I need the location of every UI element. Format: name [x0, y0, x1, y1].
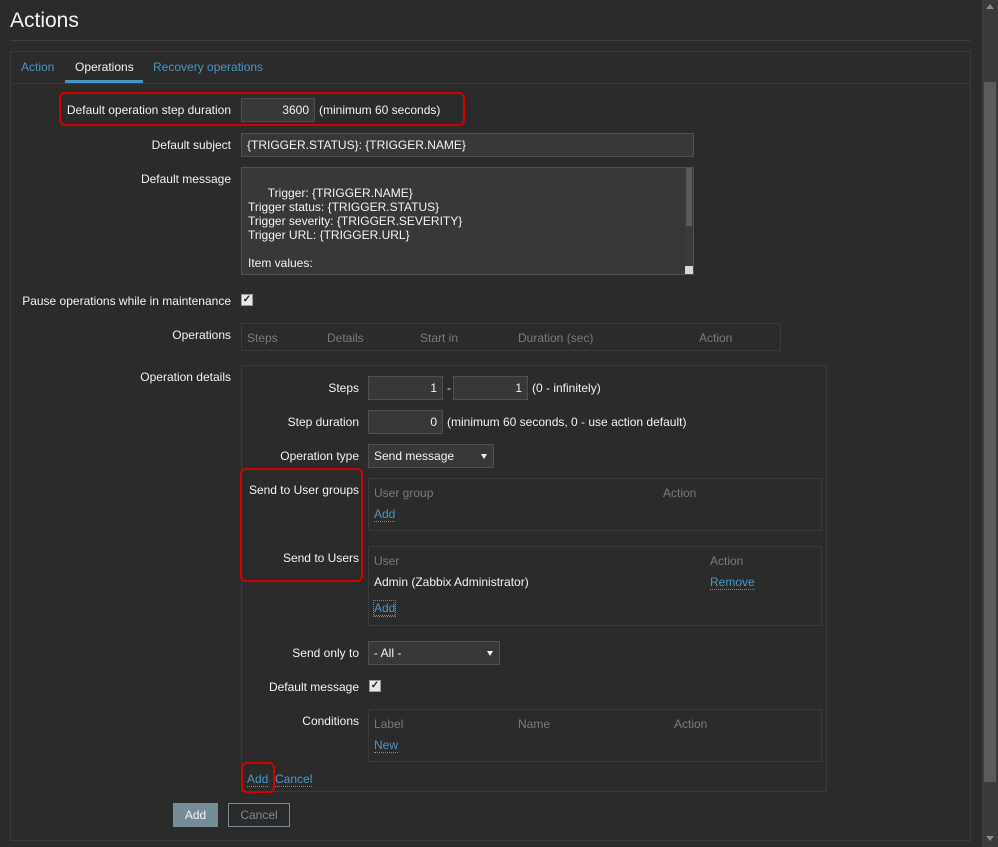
operations-form: Default operation step duration 3600 (mi… [11, 84, 970, 840]
add-button[interactable]: Add [173, 803, 218, 827]
operation-type-value: Send message [374, 449, 455, 463]
steps-hint: (0 - infinitely) [532, 381, 601, 395]
operation-type-select[interactable]: Send message [368, 444, 494, 468]
operations-table: Steps Details Start in Duration (sec) Ac… [241, 323, 781, 351]
steps-to-input[interactable]: 1 [453, 376, 528, 400]
message-text: Trigger: {TRIGGER.NAME} Trigger status: … [248, 186, 463, 270]
tab-action[interactable]: Action [21, 60, 54, 74]
operation-details-box: Steps 1 - 1 (0 - infinitely) Step durati… [240, 365, 827, 793]
step-duration-detail-input[interactable]: 0 [368, 410, 443, 434]
send-only-to-label: Send only to [292, 646, 359, 660]
col-user-action: Action [710, 554, 744, 568]
title-divider [10, 40, 970, 41]
chevron-down-icon [481, 454, 487, 459]
action-form-panel: Action Operations Recovery operations De… [10, 51, 971, 841]
new-condition-link[interactable]: New [374, 738, 399, 753]
col-steps: Steps [247, 331, 278, 345]
user-groups-table: User group Action Add [368, 478, 822, 531]
message-textarea[interactable]: Trigger: {TRIGGER.NAME} Trigger status: … [241, 167, 694, 275]
col-details: Details [327, 331, 364, 345]
active-tab-indicator [65, 80, 143, 83]
send-only-to-value: - All - [374, 646, 402, 660]
subject-label: Default subject [151, 138, 231, 152]
conditions-table: Label Name Action New [368, 709, 822, 762]
step-duration-hint: (minimum 60 seconds) [319, 103, 441, 117]
step-duration-input[interactable]: 3600 [241, 98, 315, 122]
steps-separator: - [447, 381, 451, 395]
textarea-scrollbar-thumb[interactable] [686, 168, 692, 226]
col-user-group-action: Action [663, 486, 697, 500]
users-table: User Action Admin (Zabbix Administrator)… [368, 546, 822, 626]
add-user-group-link[interactable]: Add [374, 507, 396, 522]
operation-details-label: Operation details [140, 370, 231, 384]
col-name: Name [518, 717, 551, 731]
step-duration-detail-label: Step duration [287, 415, 359, 429]
col-condition-action: Action [674, 717, 708, 731]
operations-label: Operations [172, 328, 231, 342]
message-label: Default message [140, 172, 231, 186]
chevron-down-icon [487, 651, 493, 656]
page-title: Actions [10, 9, 79, 32]
tab-recovery-operations[interactable]: Recovery operations [153, 60, 263, 74]
user-groups-label: Send to User groups [248, 483, 359, 497]
cancel-operation-link[interactable]: Cancel [275, 772, 313, 787]
col-user-group: User group [374, 486, 434, 500]
col-action: Action [699, 331, 733, 345]
pause-label: Pause operations while in maintenance [22, 294, 231, 308]
scrollbar-thumb[interactable] [984, 82, 996, 782]
resize-grip-icon[interactable] [685, 266, 693, 274]
add-operation-link[interactable]: Add [247, 772, 269, 787]
scroll-down-icon[interactable] [986, 836, 994, 841]
subject-input[interactable]: {TRIGGER.STATUS}: {TRIGGER.NAME} [241, 133, 694, 157]
operation-type-label: Operation type [280, 449, 359, 463]
col-start-in: Start in [420, 331, 459, 345]
scroll-up-icon[interactable] [986, 4, 994, 9]
default-message-label: Default message [268, 680, 359, 694]
add-user-link[interactable]: Add [372, 600, 397, 617]
page-scrollbar[interactable] [982, 0, 998, 847]
pause-checkbox[interactable]: ✓ [241, 294, 253, 306]
steps-from-input[interactable]: 1 [368, 376, 443, 400]
default-message-checkbox[interactable]: ✓ [369, 680, 381, 692]
tab-bar: Action Operations Recovery operations [11, 52, 970, 84]
textarea-scrollbar[interactable] [685, 168, 693, 274]
col-label: Label [374, 717, 404, 731]
users-label: Send to Users [282, 551, 359, 565]
steps-label: Steps [328, 381, 359, 395]
step-duration-detail-hint: (minimum 60 seconds, 0 - use action defa… [447, 415, 687, 429]
col-user: User [374, 554, 400, 568]
col-duration: Duration (sec) [518, 331, 594, 345]
tab-operations[interactable]: Operations [75, 60, 134, 74]
conditions-label: Conditions [302, 714, 359, 728]
send-only-to-select[interactable]: - All - [368, 641, 500, 665]
cancel-button[interactable]: Cancel [228, 803, 290, 827]
remove-user-link[interactable]: Remove [710, 575, 755, 590]
step-duration-label: Default operation step duration [66, 103, 231, 117]
user-row-name: Admin (Zabbix Administrator) [374, 575, 529, 589]
